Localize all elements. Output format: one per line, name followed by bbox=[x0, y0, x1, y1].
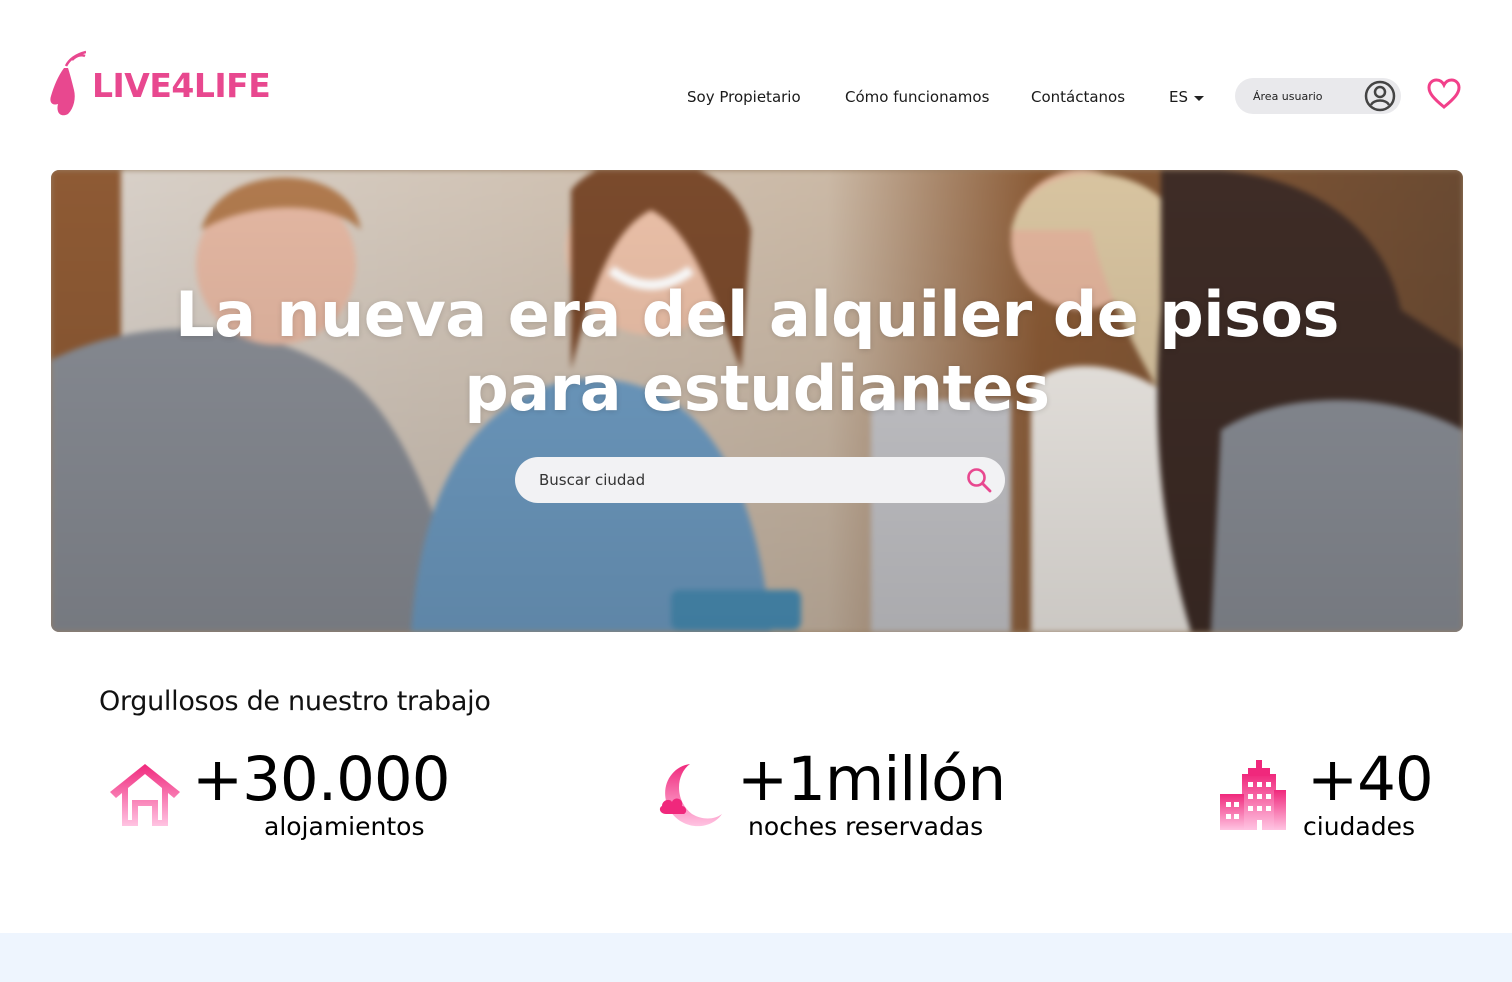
search-icon[interactable] bbox=[965, 466, 993, 494]
brand-logo[interactable]: LIVE4LIFE bbox=[48, 50, 271, 120]
nav-contactanos[interactable]: Contáctanos bbox=[1031, 88, 1125, 106]
nav-soy-propietario[interactable]: Soy Propietario bbox=[687, 88, 801, 106]
stat-value-ciudades: +40 bbox=[1307, 744, 1434, 815]
stats-title: Orgullosos de nuestro trabajo bbox=[99, 686, 491, 717]
favorites-heart-icon[interactable] bbox=[1427, 78, 1461, 115]
city-search-input[interactable] bbox=[537, 470, 965, 490]
user-area-label: Área usuario bbox=[1253, 89, 1323, 103]
stat-label-ciudades: ciudades bbox=[1303, 812, 1415, 841]
language-selector[interactable]: ES bbox=[1169, 88, 1204, 106]
caret-down-icon bbox=[1194, 95, 1204, 101]
stat-value-noches: +1millón bbox=[737, 744, 1006, 815]
stat-value-alojamientos: +30.000 bbox=[192, 744, 451, 815]
hero-title-line-1: La nueva era del alquiler de pisos bbox=[175, 278, 1339, 351]
hero-title: La nueva era del alquiler de pisos para … bbox=[51, 278, 1463, 426]
antelope-logo-icon bbox=[50, 50, 86, 116]
user-avatar-icon bbox=[1363, 79, 1397, 113]
hero-banner: La nueva era del alquiler de pisos para … bbox=[51, 170, 1463, 632]
stat-label-alojamientos: alojamientos bbox=[264, 812, 425, 841]
buildings-icon bbox=[1220, 760, 1286, 830]
hero-title-line-2: para estudiantes bbox=[464, 352, 1050, 425]
brand-name: LIVE4LIFE bbox=[92, 65, 271, 105]
city-search-bar bbox=[515, 457, 1005, 503]
house-icon bbox=[110, 764, 180, 826]
nav-como-funcionamos[interactable]: Cómo funcionamos bbox=[845, 88, 989, 106]
stat-label-noches: noches reservadas bbox=[748, 812, 984, 841]
language-label: ES bbox=[1169, 88, 1188, 106]
user-area-button[interactable]: Área usuario bbox=[1235, 78, 1401, 114]
moon-icon bbox=[659, 764, 722, 827]
footer-band bbox=[0, 933, 1512, 982]
